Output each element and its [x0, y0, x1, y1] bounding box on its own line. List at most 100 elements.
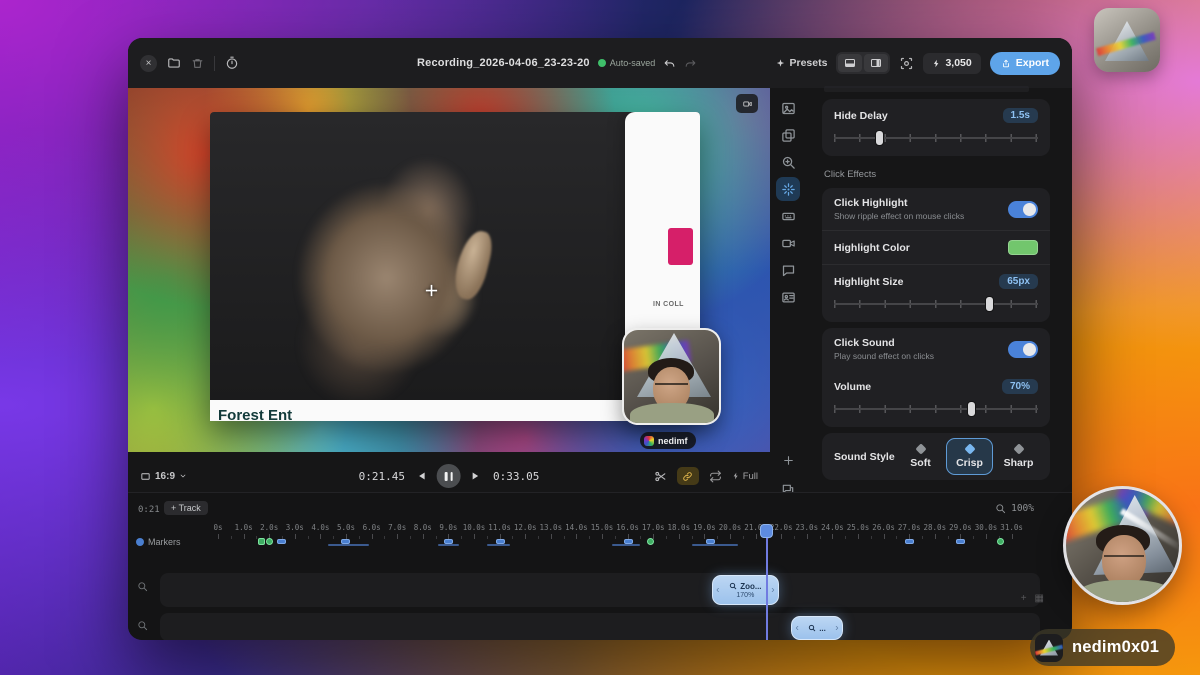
ruler-tick-label: 28.0s: [924, 523, 947, 532]
track1-magnifier-icon: [137, 581, 148, 592]
timer-icon[interactable]: [225, 56, 239, 70]
click-sound-toggle[interactable]: [1008, 341, 1038, 358]
presets-button[interactable]: Presets: [775, 57, 828, 69]
marker-range-bar: [438, 544, 458, 546]
webcam-person-glasses: [1104, 555, 1144, 564]
bottom-panel-toggle[interactable]: [838, 54, 862, 72]
cursor-effects-icon[interactable]: [776, 177, 800, 201]
timeline-marker-green-dot[interactable]: [647, 538, 654, 545]
volume-slider-thumb[interactable]: [967, 401, 976, 417]
hide-delay-slider-thumb[interactable]: [875, 130, 884, 146]
close-icon[interactable]: ×: [140, 55, 157, 72]
volume-slider[interactable]: [834, 402, 1038, 416]
hide-delay-slider[interactable]: [834, 131, 1038, 145]
trash-icon[interactable]: [191, 57, 204, 70]
sound-style-card: Sound Style SoftCrispSharp: [822, 433, 1050, 480]
click-highlight-label: Click Highlight: [834, 197, 964, 209]
ruler-tick-label: 23.0s: [796, 523, 819, 532]
grid-icon[interactable]: ▦: [1035, 593, 1044, 604]
scissors-icon[interactable]: [654, 470, 667, 483]
add-track-button[interactable]: + Track: [164, 501, 208, 515]
background-media-icon[interactable]: [776, 96, 800, 120]
app-window: × Recording_2026-04-06_23-23-20 Auto-sav…: [128, 38, 1072, 640]
timeline-zoom-control[interactable]: 100%: [995, 503, 1034, 514]
side-panel-toggle[interactable]: [864, 54, 888, 72]
markers-toggle[interactable]: Markers: [136, 537, 181, 547]
redo-icon[interactable]: [684, 57, 697, 70]
username-pill: nedim0x01: [1030, 629, 1175, 666]
sound-style-soft[interactable]: Soft: [897, 438, 944, 475]
highlight-size-slider[interactable]: [834, 297, 1038, 311]
export-button[interactable]: Export: [990, 52, 1060, 75]
video-preview-canvas[interactable]: IN COLL Forest Ent nedimf: [128, 88, 770, 452]
zoom-clip[interactable]: ...: [791, 616, 842, 640]
aspect-ratio-selector[interactable]: 16:9: [140, 471, 187, 482]
webcam-person-shirt: [630, 403, 714, 425]
sound-style-crisp[interactable]: Crisp: [946, 438, 993, 475]
focus-scan-icon[interactable]: [899, 56, 914, 71]
zoom-tool-icon[interactable]: [776, 150, 800, 174]
timeline-marker-blue[interactable]: [905, 539, 914, 544]
highlight-color-swatch[interactable]: [1008, 240, 1038, 255]
timeline-marker-blue[interactable]: [496, 539, 505, 544]
link-button[interactable]: [677, 467, 699, 485]
folder-icon[interactable]: [167, 56, 181, 70]
track-options[interactable]: + ▦: [1021, 593, 1044, 604]
shapes-icon[interactable]: [776, 123, 800, 147]
click-sound-description: Play sound effect on clicks: [834, 351, 934, 361]
total-time: 0:33.05: [493, 470, 539, 483]
streamer-webcam: [1063, 486, 1182, 605]
timeline-marker-green-square[interactable]: [258, 538, 265, 545]
hide-delay-value: 1.5s: [1003, 108, 1038, 123]
highlight-size-label: Highlight Size: [834, 276, 903, 288]
timeline-marker-blue[interactable]: [624, 539, 633, 544]
pause-button[interactable]: [437, 464, 461, 488]
share-icon: [1001, 58, 1011, 69]
highlight-size-slider-thumb[interactable]: [985, 296, 994, 312]
playhead-line[interactable]: [766, 524, 768, 640]
ruler-tick-label: 3.0s: [286, 523, 304, 532]
zoom-track-1[interactable]: [160, 573, 1040, 607]
ruler-tick-label: 30.0s: [975, 523, 998, 532]
volume-label: Volume: [834, 381, 871, 393]
username-pill-icon: [1035, 634, 1063, 662]
timeline-marker-blue[interactable]: [956, 539, 965, 544]
timeline-marker-blue[interactable]: [341, 539, 350, 544]
webcam-name-tag-icon: [644, 436, 654, 446]
camera-icon[interactable]: [776, 231, 800, 255]
ruler-tick-label: 1.0s: [235, 523, 253, 532]
layout-toggle-group: [836, 52, 890, 74]
markers-strip: [218, 536, 1050, 550]
keystrokes-icon[interactable]: [776, 204, 800, 228]
webcam-overlay[interactable]: [622, 328, 721, 425]
credits-badge[interactable]: 3,050: [923, 53, 980, 74]
app-dock-icon[interactable]: [1094, 8, 1160, 72]
add-element-icon[interactable]: [776, 448, 800, 472]
undo-icon[interactable]: [663, 57, 676, 70]
plus-icon[interactable]: +: [1021, 593, 1027, 604]
timeline-marker-blue[interactable]: [277, 539, 286, 544]
captions-icon[interactable]: [776, 258, 800, 282]
skip-forward-icon[interactable]: [471, 470, 483, 482]
sound-style-group: SoftCrispSharp: [897, 438, 1042, 475]
timeline-marker-blue[interactable]: [444, 539, 453, 544]
loop-playback-icon[interactable]: [709, 470, 722, 483]
skip-back-icon[interactable]: [415, 470, 427, 482]
timeline-marker-green-dot[interactable]: [997, 538, 1004, 545]
ruler-tick-label: 31.0s: [1000, 523, 1023, 532]
playhead-handle[interactable]: [760, 524, 773, 538]
recorded-pink-block: [668, 228, 693, 265]
timeline-marker-blue[interactable]: [706, 539, 715, 544]
playback-quality[interactable]: Full: [732, 471, 758, 482]
sound-style-sharp[interactable]: Sharp: [995, 438, 1042, 475]
volume-value: 70%: [1002, 379, 1038, 394]
ruler-tick-label: 15.0s: [591, 523, 614, 532]
zoom-clip[interactable]: Zoo...170%: [712, 575, 779, 605]
timeline-marker-green-dot[interactable]: [266, 538, 273, 545]
click-highlight-toggle[interactable]: [1008, 201, 1038, 218]
ruler-tick-label: 13.0s: [540, 523, 563, 532]
ruler-tick-label: 29.0s: [949, 523, 972, 532]
ruler-tick-label: 10.0s: [463, 523, 486, 532]
zoom-track-2[interactable]: [160, 613, 1040, 640]
profile-card-icon[interactable]: [776, 285, 800, 309]
